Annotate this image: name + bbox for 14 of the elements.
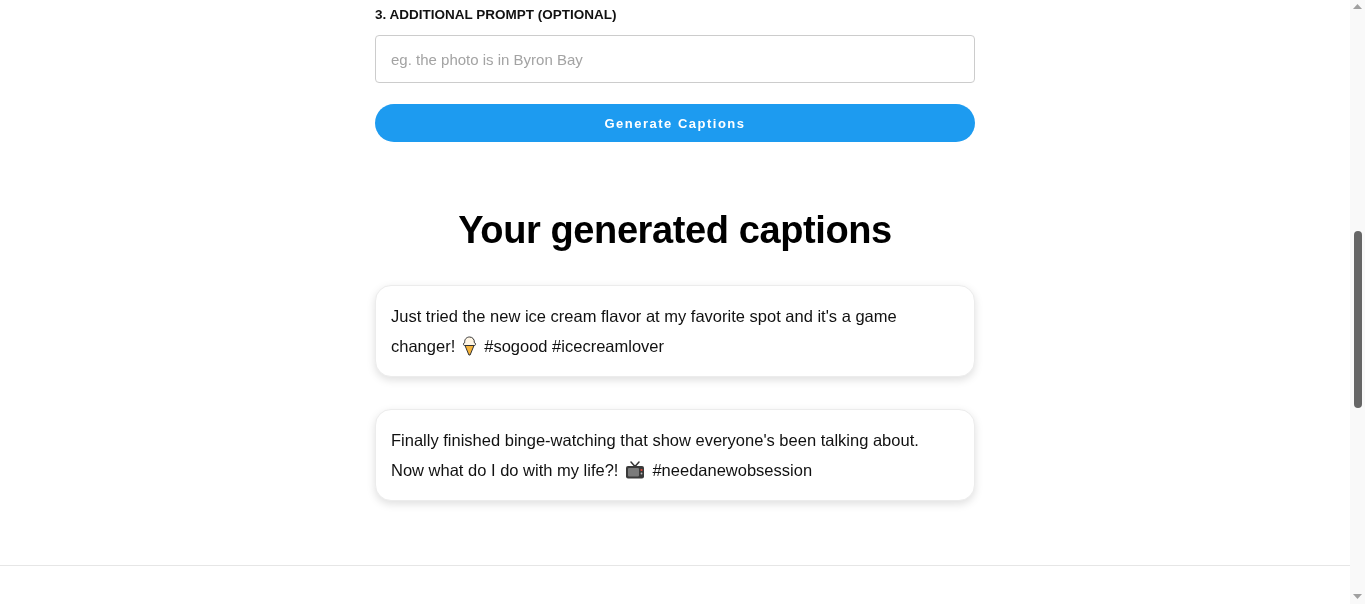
section-heading: Your generated captions [458, 208, 892, 252]
hashtags: #sogood #icecreamlover [484, 336, 664, 357]
prompt-input[interactable]: eg. the photo is in Byron Bay [375, 35, 975, 83]
caption-text: Finally finished binge-watching that show everyone's been talking about. [391, 430, 919, 451]
generate-captions-button[interactable]: Generate Captions [375, 104, 975, 142]
caption-text: Now what do I do with my life?! [391, 460, 619, 481]
television-icon [625, 461, 646, 479]
scrollbar-thumb[interactable] [1353, 231, 1362, 408]
ice-cream-icon [462, 336, 478, 356]
caption-text: Just tried the new ice cream flavor at my favorite spot and it's a game [391, 306, 897, 327]
caption-text: changer! [391, 336, 456, 357]
scrollbar[interactable] [1350, 0, 1365, 604]
field-label: 3. ADDITIONAL PROMPT (OPTIONAL) [375, 6, 617, 24]
hashtags: #needanewobsession [652, 460, 813, 481]
